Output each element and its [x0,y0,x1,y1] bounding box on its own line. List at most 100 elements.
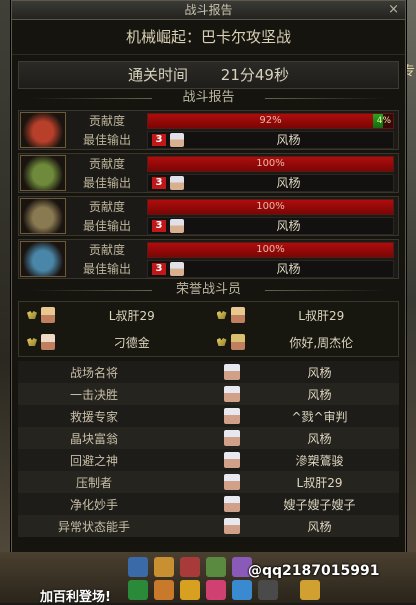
rank-crown-icon [27,338,37,346]
best-output-row: 最佳输出 3 风杨 [67,259,398,278]
award-recipient: 滲槊鷟骏 [295,453,344,468]
award-title: 一击决胜 [69,387,118,402]
hud-item-icon-7[interactable] [300,580,320,600]
join-notice: 加百利登场! [40,590,111,605]
hud-skill-icon-1[interactable] [128,557,148,577]
player-row: 贡献度 100% 最佳输出 3 风杨 [18,239,399,279]
player-info: 贡献度 100% 最佳输出 3 风杨 [67,197,398,235]
battle-report-dialog: 战斗报告 × 机械崛起：巴卡尔攻坚战 通关时间 21分49秒 战斗报告 贡献度 … [11,0,406,554]
player-portrait [20,155,66,191]
player-row: 贡献度 92% 4% 最佳输出 3 风杨 [18,110,399,150]
award-row: 净化妙手 嫂子嫂子嫂子 [18,493,399,515]
award-title: 异常状态能手 [57,519,130,534]
level-badge: 3 [152,176,166,189]
contribution-row: 贡献度 92% 4% [67,111,398,130]
clear-time-value: 21分49秒 [220,66,289,84]
contribution-bar: 100% [147,241,394,258]
award-title: 净化妙手 [69,497,118,512]
award-row: 压制者 L叔肝29 [18,471,399,493]
hud-item-icon-4[interactable] [206,580,226,600]
award-avatar-icon [224,452,240,468]
hud-skill-icon-4[interactable] [206,557,226,577]
hud-skill-icon-2[interactable] [154,557,174,577]
player-portrait [20,112,66,148]
award-row: 异常状态能手 风杨 [18,515,399,537]
honor-member: L叔肝29 [209,302,399,328]
award-recipient: 嫂子嫂子嫂子 [283,497,356,512]
dialog-titlebar[interactable]: 战斗报告 × [12,1,405,20]
level-badge: 3 [152,219,166,232]
contribution-bar: 100% [147,198,394,215]
best-output-name: 风杨 [276,176,301,190]
contribution-percent: 100% [256,157,285,169]
character-avatar-icon [170,218,184,233]
best-output-row: 最佳输出 3 风杨 [67,173,398,192]
player-list: 贡献度 92% 4% 最佳输出 3 风杨 贡献度 100% 最佳输出 3 风杨 … [12,110,405,279]
award-recipient: L叔肝29 [296,475,343,490]
character-avatar-icon [170,175,184,190]
award-title: 救援专家 [69,409,118,424]
award-avatar-icon [224,518,240,534]
rank-crown-icon [27,311,37,319]
watermark-text: @qq2187015991 [248,563,380,579]
report-section-header: 战斗报告 [12,89,405,107]
award-title: 回避之神 [69,453,118,468]
awards-list: 战场名将 风杨 一击决胜 风杨 救援专家 ^戮^审判 晶块富翁 风杨 回避之神 滲槊鷟骏… [18,361,399,537]
award-row: 战场名将 风杨 [18,361,399,383]
member-avatar-icon [41,334,55,350]
contribution-row: 贡献度 100% [67,154,398,173]
best-output-row: 最佳输出 3 风杨 [67,216,398,235]
hud-item-icon-3[interactable] [180,580,200,600]
player-info: 贡献度 100% 最佳输出 3 风杨 [67,154,398,192]
award-recipient: ^戮^审判 [291,409,348,424]
player-portrait [20,198,66,234]
best-output-label: 最佳输出 [82,176,131,190]
honor-member-name: 你好,周杰伦 [289,335,354,350]
player-row: 贡献度 100% 最佳输出 3 风杨 [18,153,399,193]
contribution-bar: 100% [147,155,394,172]
clear-time-label: 通关时间 [128,66,189,84]
best-output-box: 3 风杨 [147,130,394,149]
hud-item-icon-1[interactable] [128,580,148,600]
dialog-title: 战斗报告 [184,3,233,17]
best-output-label: 最佳输出 [82,133,131,147]
hud-item-icon-2[interactable] [154,580,174,600]
best-output-box: 3 风杨 [147,259,394,278]
honor-member: 你好,周杰伦 [209,329,399,355]
contribution-label: 贡献度 [88,114,125,128]
player-row: 贡献度 100% 最佳输出 3 风杨 [18,196,399,236]
level-badge: 3 [152,133,166,146]
hud-item-icon-5[interactable] [232,580,252,600]
hud-skill-icon-3[interactable] [180,557,200,577]
character-avatar-icon [170,261,184,276]
secondary-percent: 4% [376,115,391,126]
player-portrait [20,241,66,277]
best-output-label: 最佳输出 [82,262,131,276]
honor-member-name: 刁德金 [113,335,150,350]
best-output-name: 风杨 [276,262,301,276]
stage-title: 机械崛起：巴卡尔攻坚战 [12,20,405,55]
member-avatar-icon [41,307,55,323]
level-badge: 3 [152,262,166,275]
award-avatar-icon [224,474,240,490]
award-title: 晶块富翁 [69,431,118,446]
honor-member-name: L叔肝29 [298,308,345,323]
award-avatar-icon [224,496,240,512]
contribution-percent: 100% [256,200,285,212]
award-recipient: 风杨 [307,365,332,380]
close-button[interactable]: × [388,1,399,19]
character-avatar-icon [170,132,184,147]
contribution-bar: 92% 4% [147,112,394,129]
award-row: 晶块富翁 风杨 [18,427,399,449]
hud-item-icon-6[interactable] [258,580,278,600]
member-avatar-icon [230,334,245,350]
rank-crown-icon [216,338,227,346]
honor-member-name: L叔肝29 [108,308,155,323]
player-info: 贡献度 100% 最佳输出 3 风杨 [67,240,398,278]
clear-time-bar: 通关时间 21分49秒 [18,61,399,89]
contribution-percent: 100% [256,243,285,255]
award-recipient: 风杨 [307,387,332,402]
award-recipient: 风杨 [307,519,332,534]
award-title: 战场名将 [69,365,118,380]
best-output-name: 风杨 [276,133,301,147]
